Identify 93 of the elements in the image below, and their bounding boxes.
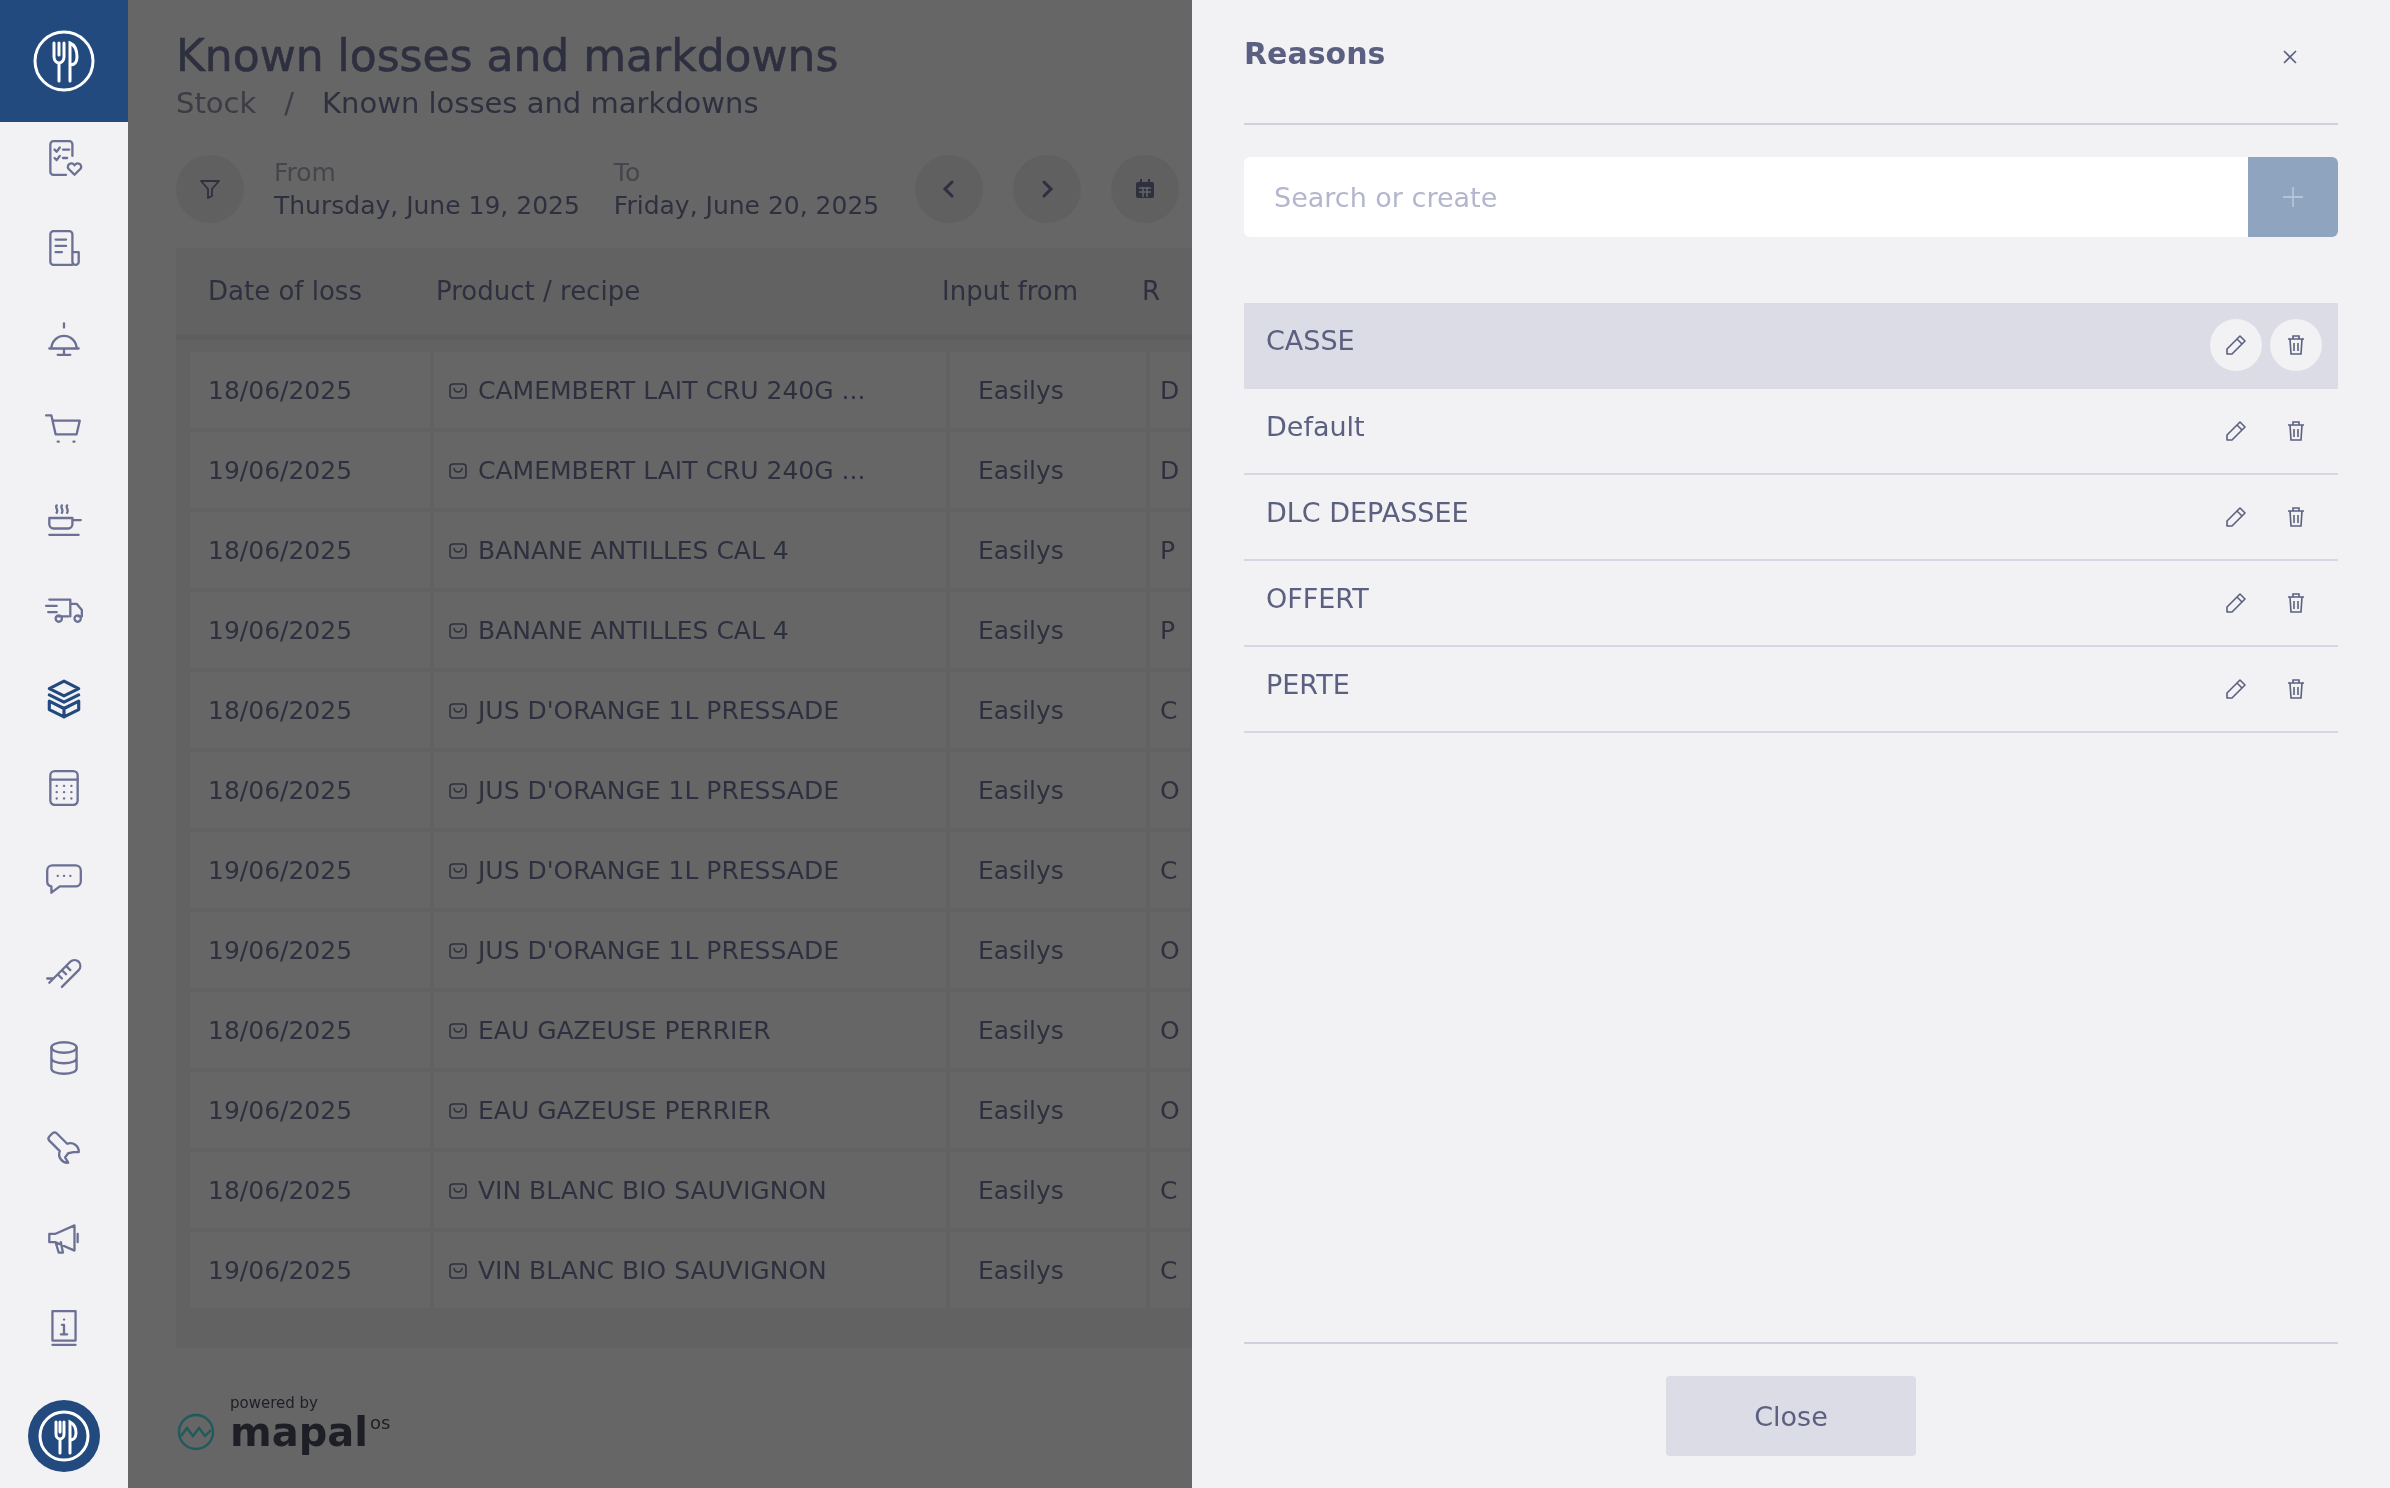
to-date[interactable]: Friday, June 20, 2025 bbox=[613, 191, 880, 220]
close-icon bbox=[2282, 48, 2298, 65]
cell-text: 19/06/2025 bbox=[208, 615, 353, 645]
cell-text: P bbox=[1160, 535, 1176, 565]
cell-text: C bbox=[1160, 1255, 1178, 1285]
cell-text: JUS D'ORANGE 1L PRESSADE bbox=[478, 855, 839, 885]
cell-text: VIN BLANC BIO SAUVIGNON bbox=[478, 1255, 827, 1285]
basket-icon bbox=[448, 540, 468, 560]
cell-text: O bbox=[1160, 1015, 1180, 1045]
pencil-icon bbox=[2224, 677, 2248, 701]
cell-text: Easilys bbox=[978, 855, 1064, 885]
cell-text: VIN BLANC BIO SAUVIGNON bbox=[478, 1175, 827, 1205]
cell-text: JUS D'ORANGE 1L PRESSADE bbox=[478, 935, 839, 965]
reason-item[interactable]: CASSE bbox=[1244, 303, 2338, 389]
powered-by-text: powered by bbox=[230, 1394, 319, 1412]
pencil-icon bbox=[2224, 591, 2248, 615]
basket-icon bbox=[448, 1260, 468, 1280]
basket-icon bbox=[448, 1180, 468, 1200]
cell-text: Easilys bbox=[978, 375, 1064, 405]
basket-icon bbox=[448, 1020, 468, 1040]
cell-text: 19/06/2025 bbox=[208, 455, 353, 485]
close-button[interactable]: Close bbox=[1666, 1376, 1916, 1456]
cell-text: O bbox=[1160, 1095, 1180, 1125]
reason-item[interactable]: Default bbox=[1244, 389, 2338, 475]
reason-name: DLC DEPASSEE bbox=[1266, 496, 1469, 528]
reason-name: Default bbox=[1266, 410, 1365, 442]
cell-text: C bbox=[1160, 1175, 1178, 1205]
reason-name: PERTE bbox=[1266, 668, 1350, 700]
cell-text: P bbox=[1160, 615, 1176, 645]
cell-text: EAU GAZEUSE PERRIER bbox=[478, 1095, 771, 1125]
cell-text: Easilys bbox=[978, 1255, 1064, 1285]
reason-name: CASSE bbox=[1266, 324, 1355, 356]
reason-item[interactable]: DLC DEPASSEE bbox=[1244, 475, 2338, 561]
reason-name: OFFERT bbox=[1266, 582, 1369, 614]
cell-text: Easilys bbox=[978, 695, 1064, 725]
avatar-icon[interactable] bbox=[28, 1400, 100, 1472]
from-date[interactable]: Thursday, June 19, 2025 bbox=[274, 191, 580, 220]
filter-icon bbox=[198, 177, 222, 201]
breadcrumb-item: Known losses and markdowns bbox=[322, 86, 759, 120]
cell-text: BANANE ANTILLES CAL 4 bbox=[478, 615, 789, 645]
cell-text: Easilys bbox=[978, 935, 1064, 965]
cell-text: 18/06/2025 bbox=[208, 375, 353, 405]
page-title: Known losses and markdowns bbox=[176, 29, 840, 83]
cell-text: C bbox=[1160, 855, 1178, 885]
pencil-icon bbox=[2224, 419, 2248, 443]
cell-text: 19/06/2025 bbox=[208, 935, 353, 965]
reason-item[interactable]: PERTE bbox=[1244, 647, 2338, 733]
panel-title: Reasons bbox=[1244, 36, 1386, 71]
cell-text: CAMEMBERT LAIT CRU 240G ... bbox=[478, 455, 866, 485]
cell-text: 19/06/2025 bbox=[208, 855, 353, 885]
basket-icon bbox=[448, 620, 468, 640]
basket-icon bbox=[448, 460, 468, 480]
cell-text: Easilys bbox=[978, 615, 1064, 645]
pencil-icon bbox=[2224, 333, 2248, 357]
reason-item[interactable]: OFFERT bbox=[1244, 561, 2338, 647]
basket-icon bbox=[448, 380, 468, 400]
basket-icon bbox=[448, 1100, 468, 1120]
cell-text: D bbox=[1160, 375, 1180, 405]
cell-text: 18/06/2025 bbox=[208, 1015, 353, 1045]
cell-text: Easilys bbox=[978, 1095, 1064, 1125]
cell-text: Easilys bbox=[978, 535, 1064, 565]
cell-text: 19/06/2025 bbox=[208, 1095, 353, 1125]
plus-icon bbox=[2281, 185, 2305, 209]
fork-knife-logo-icon bbox=[32, 29, 96, 93]
pencil-icon bbox=[2224, 505, 2248, 529]
basket-icon bbox=[448, 780, 468, 800]
basket-icon bbox=[448, 700, 468, 720]
cell-text: Easilys bbox=[978, 775, 1064, 805]
basket-icon bbox=[448, 940, 468, 960]
cell-text: 19/06/2025 bbox=[208, 1255, 353, 1285]
cell-text: Easilys bbox=[978, 1175, 1064, 1205]
cell-text: 18/06/2025 bbox=[208, 1175, 353, 1205]
cell-text: O bbox=[1160, 775, 1180, 805]
cell-text: EAU GAZEUSE PERRIER bbox=[478, 1015, 771, 1045]
cell-text: 18/06/2025 bbox=[208, 695, 353, 725]
search-field[interactable]: Search or create bbox=[1244, 157, 2248, 237]
cell-text: Easilys bbox=[978, 455, 1064, 485]
edit-button[interactable] bbox=[2210, 319, 2262, 371]
cell-text: 18/06/2025 bbox=[208, 535, 353, 565]
cell-text: JUS D'ORANGE 1L PRESSADE bbox=[478, 695, 839, 725]
cell-text: CAMEMBERT LAIT CRU 240G ... bbox=[478, 375, 866, 405]
cell-text: C bbox=[1160, 695, 1178, 725]
wave-logo-icon bbox=[176, 1412, 216, 1452]
cell-text: O bbox=[1160, 935, 1180, 965]
cell-text: D bbox=[1160, 455, 1180, 485]
cell-text: BANANE ANTILLES CAL 4 bbox=[478, 535, 789, 565]
cell-text: JUS D'ORANGE 1L PRESSADE bbox=[478, 775, 839, 805]
basket-icon bbox=[448, 860, 468, 880]
cell-text: 18/06/2025 bbox=[208, 775, 353, 805]
brand-suffix: os bbox=[370, 1412, 391, 1433]
delete-button[interactable] bbox=[2270, 319, 2322, 371]
cell-text: Easilys bbox=[978, 1015, 1064, 1045]
breadcrumb-separator: / bbox=[284, 86, 295, 120]
